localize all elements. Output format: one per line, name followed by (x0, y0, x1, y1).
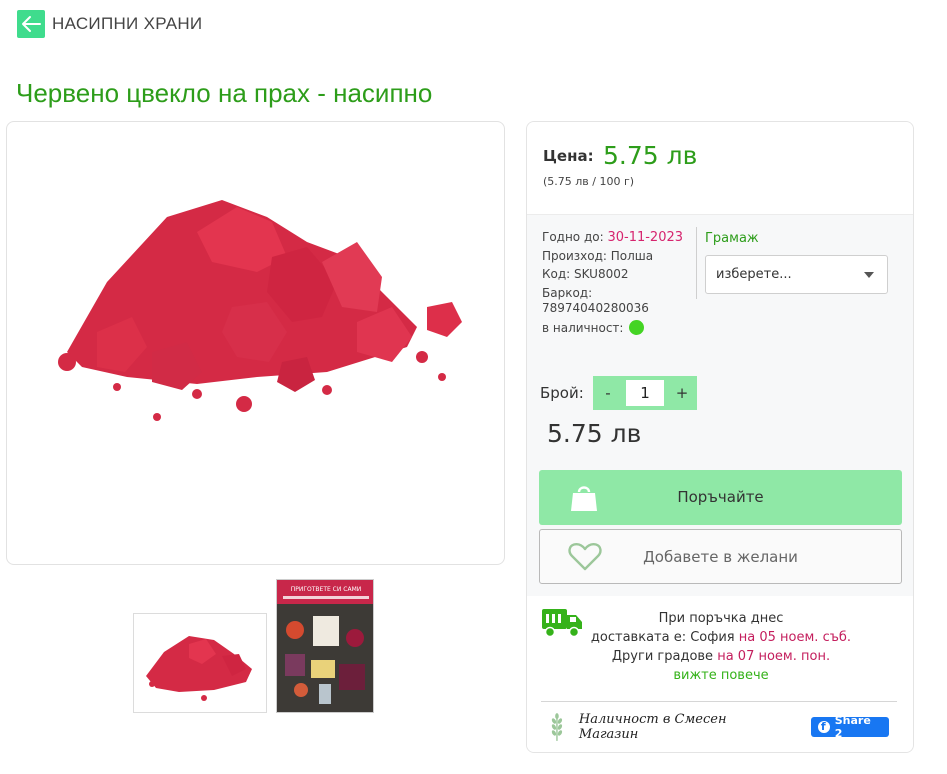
delivery-other-date: на 07 ноем. пон. (717, 649, 831, 664)
thumbnail-powder[interactable] (133, 613, 267, 713)
delivery-sofia-date: на 05 ноем. съб. (738, 630, 852, 645)
category-label: НАСИПНИ ХРАНИ (52, 14, 203, 33)
delivery-other-prefix: Други градове (611, 649, 714, 664)
delivery-divider (541, 701, 897, 702)
poster-title: ПРИГОТВЕТЕ СИ САМИ (291, 586, 361, 593)
barcode-label: Баркод: (542, 286, 593, 300)
expiry-row: Годно до: 30-11-2023 (542, 228, 692, 247)
thumbnail-recipe-poster[interactable]: ПРИГОТВЕТЕ СИ САМИ (276, 579, 374, 713)
delivery-sofia-prefix: доставката е: София (590, 630, 735, 645)
order-button[interactable]: Поръчайте (539, 470, 902, 525)
expiry-label: Годно до: (542, 230, 604, 244)
wishlist-button[interactable]: Добавете в желани (539, 529, 902, 584)
store-availability-label[interactable]: Наличност в Смесен Магазин (579, 712, 789, 742)
purchase-card: Цена: 5.75 лв (5.75 лв / 100 г) Годно до… (526, 121, 914, 753)
delivery-line-3: Други градове на 07 ноем. пон. (587, 647, 855, 666)
chevron-down-icon (864, 272, 874, 278)
facebook-icon: f (817, 720, 830, 733)
delivery-line-1: При поръчка днес (658, 611, 784, 626)
price-box: Цена: 5.75 лв (5.75 лв / 100 г) (527, 122, 913, 215)
delivery-text: При поръчка днес доставката е: София на … (587, 609, 855, 685)
delivery-info: При поръчка днес доставката е: София на … (527, 596, 913, 752)
price-value: 5.75 лв (603, 141, 698, 170)
delivery-truck-icon (542, 609, 582, 638)
grams-label: Грамаж (705, 231, 759, 246)
product-details: Годно до: 30-11-2023 Произход: Полша Код… (542, 228, 692, 337)
grams-select[interactable]: изберете... (705, 255, 888, 294)
grams-selected-value: изберете... (716, 267, 792, 282)
quantity-label: Брой: (540, 384, 584, 402)
total-price: 5.75 лв (547, 419, 642, 448)
arrow-left-icon (17, 10, 45, 38)
share-count-label: Share 2 (834, 714, 871, 740)
price-label: Цена: (543, 147, 594, 165)
see-more-link[interactable]: вижте повече (587, 666, 855, 685)
back-link[interactable]: НАСИПНИ ХРАНИ (17, 10, 202, 38)
order-button-label: Поръчайте (677, 488, 764, 506)
expiry-value: 30-11-2023 (607, 230, 684, 245)
details-divider (696, 227, 697, 299)
sku: Код: SKU8002 (542, 267, 629, 281)
in-stock-indicator-icon (629, 320, 645, 335)
origin: Произход: Полша (542, 249, 654, 263)
quantity-stepper: - + (593, 376, 697, 410)
stock-label: в наличност: (542, 321, 624, 335)
beet-powder-pile-image (58, 200, 462, 421)
barcode-value: 78974040280036 (542, 301, 649, 315)
unit-price: (5.75 лв / 100 г) (543, 175, 635, 188)
stock-row: в наличност: (542, 319, 692, 337)
delivery-line-2: доставката е: София на 05 ноем. съб. (587, 628, 855, 647)
quantity-increment-button[interactable]: + (667, 376, 697, 410)
quantity-input[interactable] (626, 380, 664, 406)
store-availability: Наличност в Смесен Магазин f Share 2 (549, 711, 889, 743)
product-title: Червено цвекло на прах - насипно (16, 78, 433, 108)
facebook-share-button[interactable]: f Share 2 (810, 714, 889, 740)
product-main-image[interactable] (6, 121, 505, 565)
wishlist-button-label: Добавете в желани (643, 548, 798, 566)
quantity-decrement-button[interactable]: - (593, 376, 623, 410)
wheat-icon (551, 713, 563, 741)
